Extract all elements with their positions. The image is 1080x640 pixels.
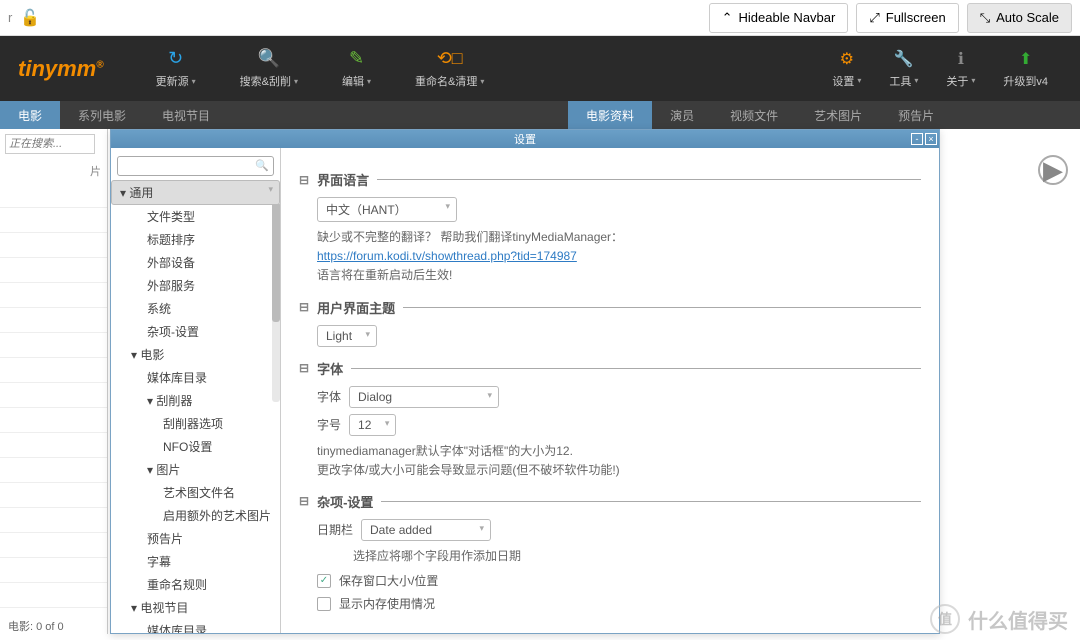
toolbar-right-item[interactable]: ℹ关于: [932, 49, 989, 89]
settings-dialog: 设置 - × ▾ 通用文件类型标题排序外部设备外部服务系统杂项-设置▾ 电影媒体…: [110, 129, 940, 634]
url-truncated: r: [8, 10, 12, 25]
tree-node[interactable]: 媒体库目录: [111, 619, 280, 633]
tree-node[interactable]: 字幕: [111, 550, 280, 573]
toolbar-right-item[interactable]: 🔧工具: [875, 49, 932, 89]
sub-nav: 电影 系列电影 电视节目 电影资料 演员 视频文件 艺术图片 预告片: [0, 101, 1080, 129]
tree-node[interactable]: 刮削器选项: [111, 412, 280, 435]
column-label: 片: [0, 159, 107, 183]
tree-node[interactable]: 系统: [111, 297, 280, 320]
tree-node[interactable]: ▾ 图片: [111, 458, 280, 481]
language-select[interactable]: 中文（HANT）: [317, 197, 457, 222]
translate-link[interactable]: https://forum.kodi.tv/showthread.php?tid…: [317, 249, 577, 263]
close-icon[interactable]: ×: [925, 133, 937, 145]
settings-tree: ▾ 通用文件类型标题排序外部设备外部服务系统杂项-设置▾ 电影媒体库目录▾ 刮削…: [111, 148, 281, 633]
tree-node[interactable]: 预告片: [111, 527, 280, 550]
tree-node[interactable]: 启用额外的艺术图片: [111, 504, 280, 527]
tab-movies[interactable]: 电影: [0, 101, 60, 129]
toolbar-icon: 🔧: [894, 49, 914, 69]
font-size-select[interactable]: 12: [349, 414, 396, 436]
font-select[interactable]: Dialog: [349, 386, 499, 408]
tree-search: [117, 156, 274, 176]
show-memory-checkbox[interactable]: [317, 597, 331, 611]
main-toolbar: tinymm® ↻更新源🔍搜索&刮削✎编辑⟲□重命名&清理 ⚙设置🔧工具ℹ关于⬆…: [0, 36, 1080, 101]
toolbar-item[interactable]: ⟲□重命名&清理: [393, 48, 506, 89]
tab-artwork[interactable]: 艺术图片: [796, 101, 880, 129]
tree-node[interactable]: 外部服务: [111, 274, 280, 297]
dialog-titlebar: 设置 - ×: [111, 130, 939, 148]
search-input[interactable]: [5, 134, 95, 154]
theme-select[interactable]: Light: [317, 325, 377, 347]
settings-form: 界面语言 中文（HANT） 缺少或不完整的翻译？ 帮助我们翻译tinyMedia…: [281, 148, 939, 633]
tree-node[interactable]: ▾ 通用: [111, 180, 280, 205]
play-icon[interactable]: ▶: [1038, 155, 1068, 185]
toolbar-icon: ⟲□: [437, 48, 463, 69]
movie-list-panel: 片: [0, 129, 108, 634]
section-theme[interactable]: 用户界面主题: [299, 298, 921, 317]
tab-video-files[interactable]: 视频文件: [712, 101, 796, 129]
status-bar: 电影: 0 of 0: [8, 618, 64, 634]
tab-tvshows[interactable]: 电视节目: [144, 101, 228, 129]
tree-node[interactable]: 重命名规则: [111, 573, 280, 596]
tab-series[interactable]: 系列电影: [60, 101, 144, 129]
toolbar-right-item[interactable]: ⚙设置: [818, 49, 875, 89]
tree-search-input[interactable]: [117, 156, 274, 176]
date-field-select[interactable]: Date added: [361, 519, 491, 541]
tree-node[interactable]: 媒体库目录: [111, 366, 280, 389]
tab-movie-info[interactable]: 电影资料: [568, 101, 652, 129]
toolbar-item[interactable]: ✎编辑: [320, 48, 393, 89]
tab-actors[interactable]: 演员: [652, 101, 712, 129]
toolbar-item[interactable]: ↻更新源: [134, 48, 218, 89]
toolbar-icon: ↻: [168, 48, 183, 69]
tree-node[interactable]: 外部设备: [111, 251, 280, 274]
minimize-icon[interactable]: -: [911, 133, 923, 145]
browser-topbar: r 🔓 ⌃Hideable Navbar ⤢Fullscreen ⤡Auto S…: [0, 0, 1080, 36]
hideable-navbar-button[interactable]: ⌃Hideable Navbar: [709, 3, 849, 33]
fullscreen-icon: ⤢: [869, 10, 879, 26]
auto-scale-button[interactable]: ⤡Auto Scale: [967, 3, 1072, 33]
lock-icon: 🔓: [20, 8, 40, 28]
fullscreen-button[interactable]: ⤢Fullscreen: [856, 3, 958, 33]
tree-node[interactable]: NFO设置: [111, 435, 280, 458]
watermark: 值什么值得买: [930, 604, 1068, 634]
toolbar-icon: 🔍: [258, 48, 280, 69]
toolbar-icon: ⬆: [1019, 49, 1032, 69]
save-window-checkbox[interactable]: [317, 574, 331, 588]
tree-node[interactable]: 标题排序: [111, 228, 280, 251]
tree-node[interactable]: 杂项-设置: [111, 320, 280, 343]
toolbar-icon: ℹ: [958, 49, 964, 69]
tree-node[interactable]: ▾ 电视节目: [111, 596, 280, 619]
scrollbar[interactable]: [272, 202, 280, 402]
scale-icon: ⤡: [980, 10, 990, 26]
section-font[interactable]: 字体: [299, 359, 921, 378]
tree-node[interactable]: ▾ 刮削器: [111, 389, 280, 412]
tree-node[interactable]: 艺术图文件名: [111, 481, 280, 504]
tab-trailers[interactable]: 预告片: [880, 101, 952, 129]
toolbar-right-item[interactable]: ⬆升级到v4: [989, 49, 1062, 89]
section-language[interactable]: 界面语言: [299, 170, 921, 189]
tree-node[interactable]: ▾ 电影: [111, 343, 280, 366]
toolbar-icon: ⚙: [840, 49, 854, 69]
tree-node[interactable]: 文件类型: [111, 205, 280, 228]
section-misc[interactable]: 杂项-设置: [299, 492, 921, 511]
toolbar-icon: ✎: [349, 48, 364, 69]
app-logo: tinymm®: [18, 56, 104, 82]
toolbar-item[interactable]: 🔍搜索&刮削: [218, 48, 320, 89]
caret-up-down-icon: ⌃: [722, 10, 733, 26]
